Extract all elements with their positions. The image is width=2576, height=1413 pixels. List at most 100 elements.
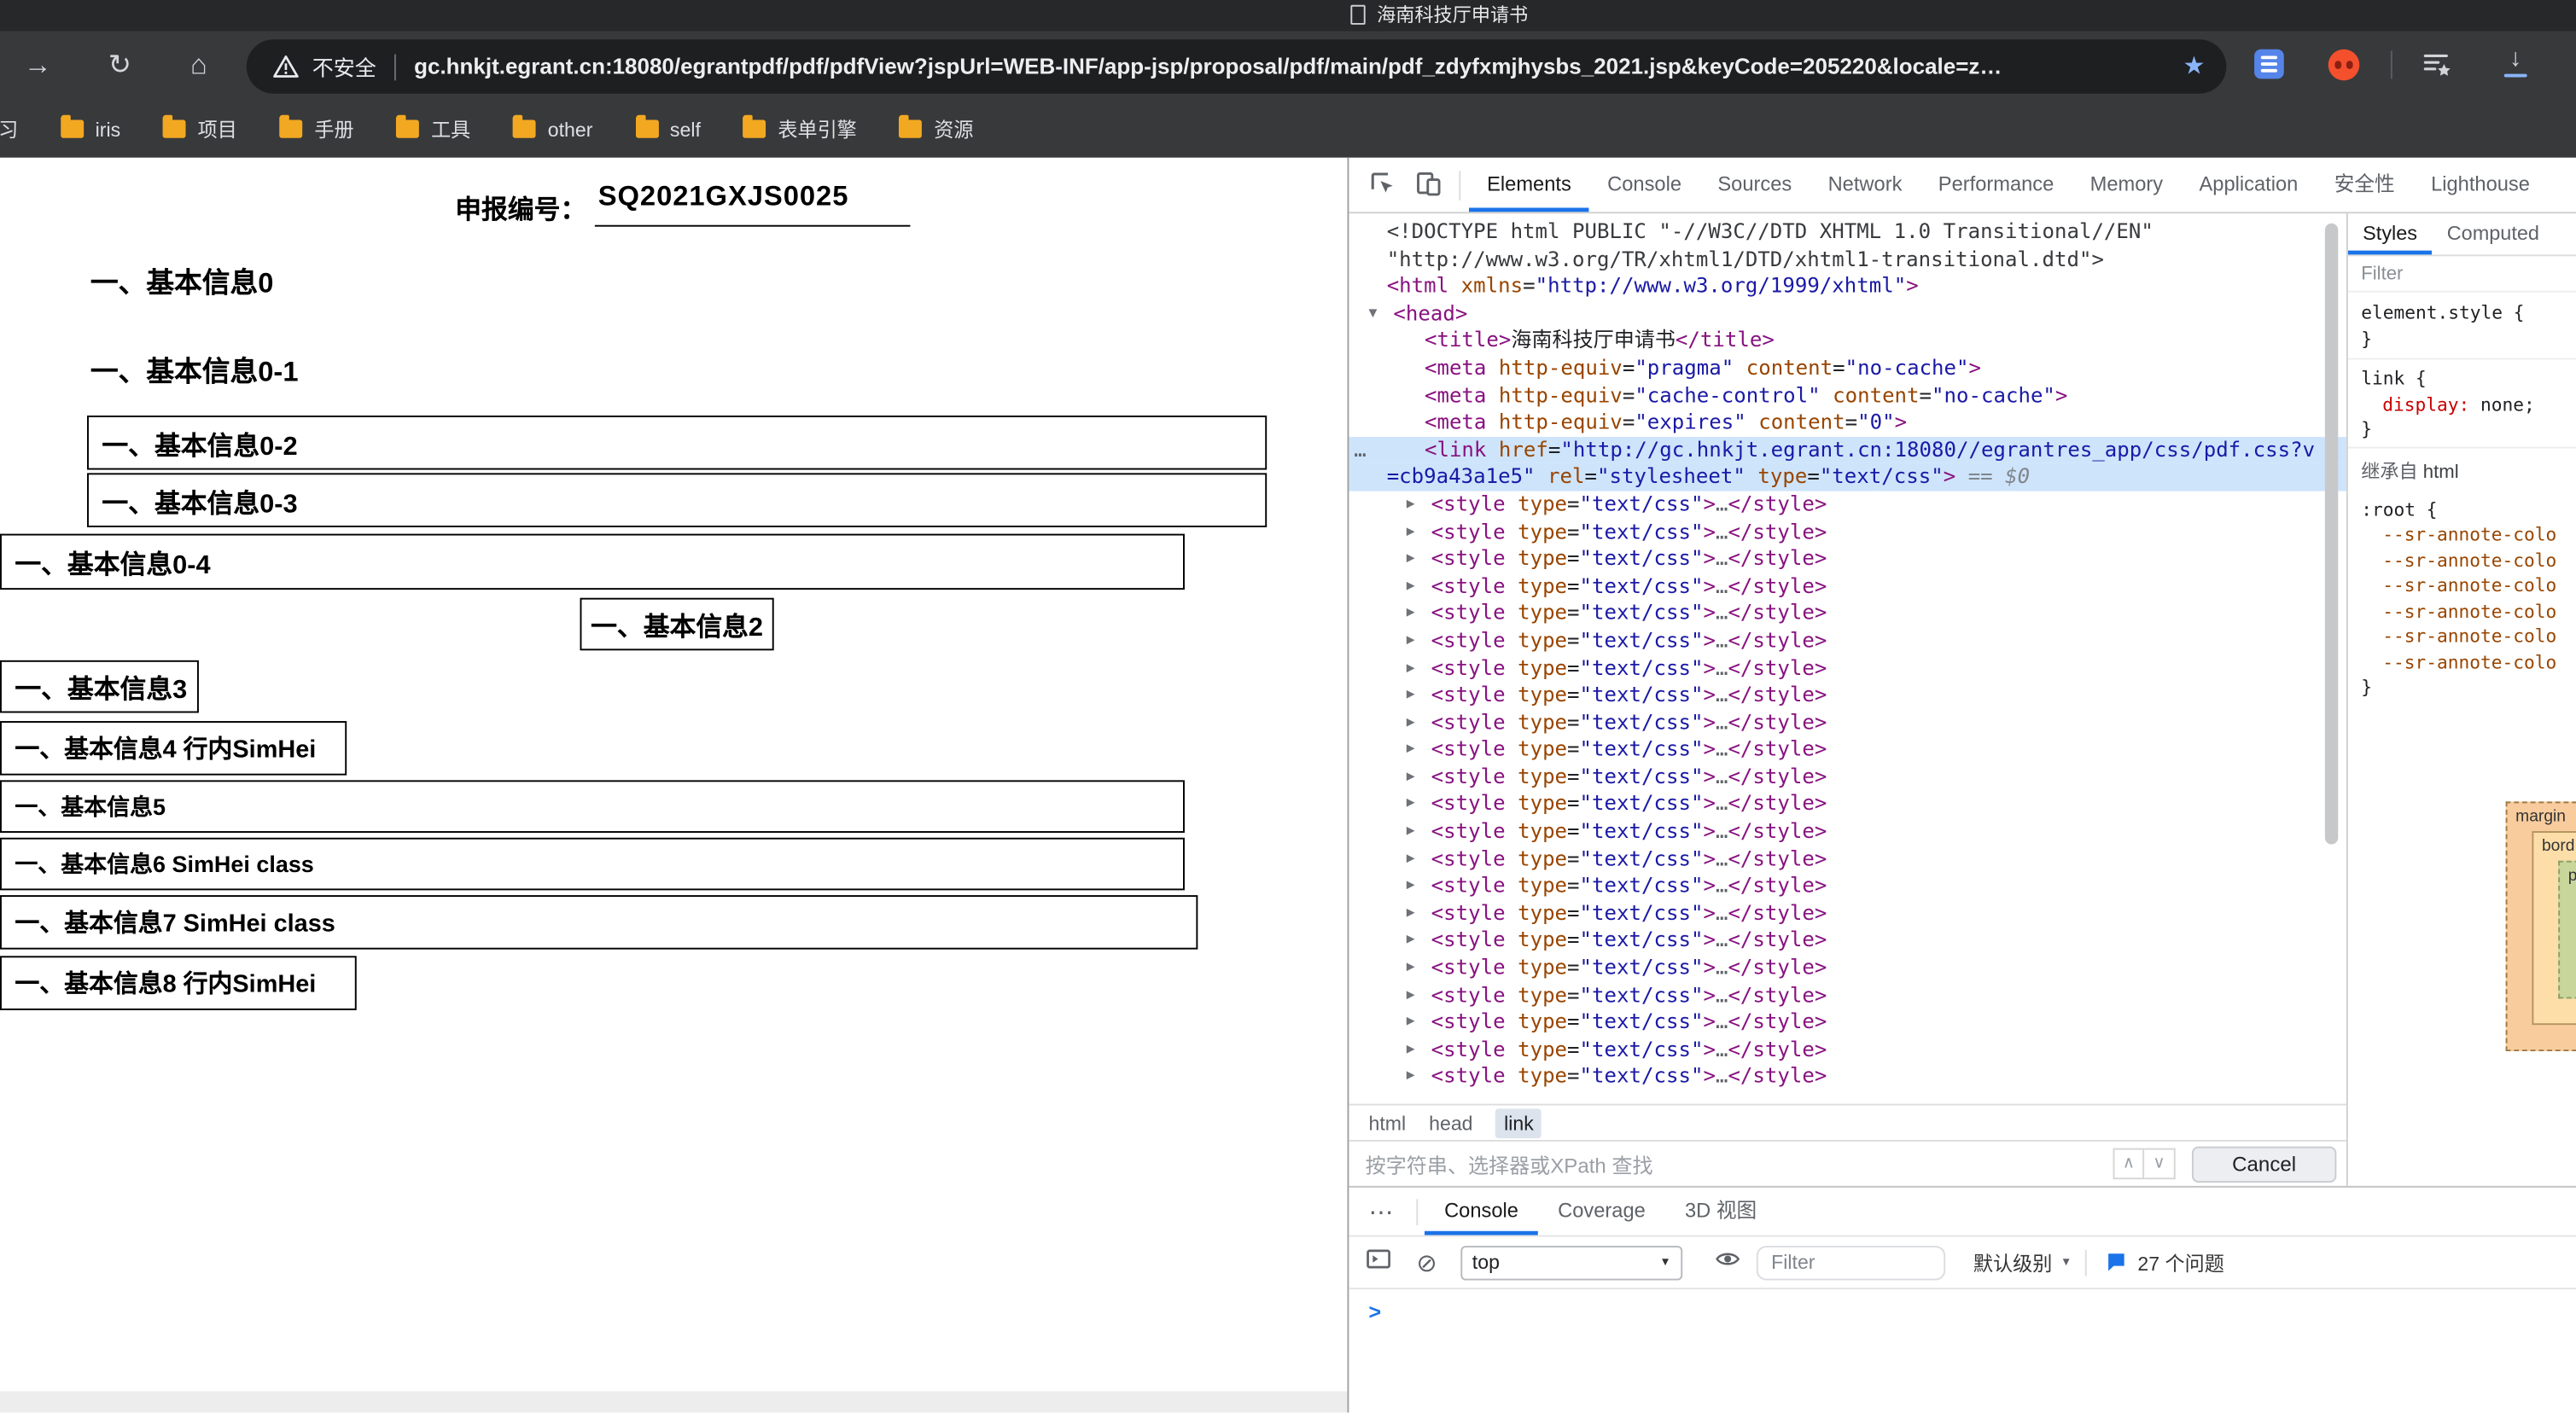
bookmark-item[interactable]: 习 [0, 115, 18, 143]
code-line[interactable]: ▶<style type="text/css">…</style> [1349, 573, 2346, 600]
home-button[interactable]: ⌂ [178, 44, 220, 87]
extension-icon-red[interactable] [2328, 49, 2360, 81]
bookmark-item[interactable]: self [635, 118, 700, 141]
search-next-icon[interactable]: ∨ [2144, 1148, 2176, 1180]
css-custom-property[interactable]: --sr-annote-colo [2382, 522, 2576, 548]
code-line[interactable]: ▶<style type="text/css">…</style> [1349, 981, 2346, 1009]
code-line[interactable]: ▶<style type="text/css">…</style> [1349, 1036, 2346, 1063]
devtools-tab[interactable]: Lighthouse [2413, 158, 2548, 212]
devtools-tab[interactable]: Network [1810, 158, 1920, 212]
css-custom-property[interactable]: --sr-annote-colo [2382, 548, 2576, 573]
log-level-dropdown[interactable]: 默认级别 ▼ [1973, 1248, 2072, 1276]
code-line[interactable]: ▶<style type="text/css">…</style> [1349, 491, 2346, 518]
code-line[interactable]: <meta http-equiv="expires" content="0"> [1349, 410, 2346, 437]
browser-toolbar: → ↻ ⌂ 不安全 gc.hnkjt.egrant.cn:18080/egran… [0, 32, 2576, 101]
security-label[interactable]: 不安全 [312, 51, 376, 83]
code-line[interactable]: <!DOCTYPE html PUBLIC "-//W3C//DTD XHTML… [1349, 218, 2346, 246]
code-line[interactable]: ▶<style type="text/css">…</style> [1349, 900, 2346, 927]
breadcrumb-item[interactable]: head [1429, 1111, 1472, 1134]
devtools-tab[interactable]: Console [1589, 158, 1699, 212]
bookmark-item[interactable]: iris [61, 118, 120, 141]
extension-icon-blue[interactable] [2254, 49, 2284, 79]
code-line[interactable]: "http://www.w3.org/TR/xhtml1/DTD/xhtml1-… [1349, 246, 2346, 273]
more-tools-icon[interactable]: ⋯ [1349, 1196, 1409, 1226]
forward-button[interactable]: → [16, 44, 59, 87]
devtools-tab[interactable]: 安全性 [2317, 158, 2413, 212]
code-line[interactable]: ▶<style type="text/css">…</style> [1349, 927, 2346, 955]
tab-computed[interactable]: Computed [2432, 213, 2554, 254]
code-line[interactable]: ▶<style type="text/css">…</style> [1349, 764, 2346, 791]
inherited-from-link[interactable]: html [2423, 462, 2459, 482]
devtools-tab[interactable]: Memory [2072, 158, 2181, 212]
address-bar[interactable]: 不安全 gc.hnkjt.egrant.cn:18080/egrantpdf/p… [247, 39, 2227, 94]
code-line[interactable]: ▶<style type="text/css">…</style> [1349, 1063, 2346, 1090]
rule-root-selector[interactable]: :root { [2361, 497, 2576, 522]
devtools-tab[interactable]: Application [2181, 158, 2316, 212]
browser-tab[interactable]: 海南科技厅申请书 [1350, 2, 1528, 28]
code-line[interactable]: <meta http-equiv="cache-control" content… [1349, 382, 2346, 410]
rule-element-style[interactable]: element.style { [2361, 300, 2576, 326]
code-line[interactable]: ▶<style type="text/css">…</style> [1349, 846, 2346, 873]
console-output[interactable]: > [1349, 1289, 2576, 1412]
console-prompt[interactable]: > [1369, 1300, 1382, 1324]
code-line[interactable]: ▶<style type="text/css">…</style> [1349, 818, 2346, 846]
console-filter-input[interactable]: Filter [1757, 1245, 1945, 1279]
code-line[interactable]: ▶<style type="text/css">…</style> [1349, 954, 2346, 981]
devtools-tab[interactable]: Performance [1920, 158, 2072, 212]
code-line[interactable]: ▼<head> [1349, 300, 2346, 328]
css-declaration[interactable]: display: none; [2361, 392, 2576, 417]
tab-styles[interactable]: Styles [2348, 213, 2433, 254]
breadcrumb-item[interactable]: link [1495, 1108, 1542, 1137]
code-line[interactable]: ▶<style type="text/css">…</style> [1349, 682, 2346, 709]
console-tab[interactable]: 3D 视图 [1665, 1188, 1776, 1236]
code-line[interactable]: =cb9a43a1e5" rel="stylesheet" type="text… [1349, 464, 2346, 491]
css-custom-property[interactable]: --sr-annote-colo [2382, 649, 2576, 675]
code-line[interactable]: <title>海南科技厅申请书</title> [1349, 328, 2346, 355]
bookmark-item[interactable]: 工具 [397, 115, 471, 143]
bookmark-item[interactable]: 项目 [163, 115, 237, 143]
css-custom-property[interactable]: --sr-annote-colo [2382, 625, 2576, 650]
code-line[interactable]: ▶<style type="text/css">…</style> [1349, 1009, 2346, 1036]
scrollbar-thumb[interactable] [2325, 224, 2338, 845]
search-input[interactable]: 按字符串、选择器或XPath 查找 [1366, 1148, 2097, 1180]
bookmark-item[interactable]: 表单引擎 [743, 115, 857, 143]
css-custom-property[interactable]: --sr-annote-colo [2382, 573, 2576, 599]
code-line[interactable]: <meta http-equiv="pragma" content="no-ca… [1349, 355, 2346, 382]
code-line[interactable]: ▶<style type="text/css">…</style> [1349, 545, 2346, 573]
download-icon[interactable]: ↓ [2501, 44, 2531, 74]
devtools-tab[interactable]: Sources [1699, 158, 1810, 212]
code-line[interactable]: ▶<style type="text/css">…</style> [1349, 791, 2346, 818]
code-line[interactable]: ▶<style type="text/css">…</style> [1349, 873, 2346, 900]
code-line[interactable]: ▶<style type="text/css">…</style> [1349, 627, 2346, 654]
code-line[interactable]: <html xmlns="http://www.w3.org/1999/xhtm… [1349, 273, 2346, 300]
code-line[interactable]: ▶<style type="text/css">…</style> [1349, 736, 2346, 764]
devtools-tab[interactable]: Elements [1469, 158, 1589, 212]
device-toolbar-icon[interactable] [1405, 165, 1451, 206]
url-text[interactable]: gc.hnkjt.egrant.cn:18080/egrantpdf/pdf/p… [414, 55, 2160, 79]
console-tab[interactable]: Coverage [1538, 1188, 1665, 1236]
cancel-button[interactable]: Cancel [2192, 1146, 2336, 1182]
code-line[interactable]: ▶<style type="text/css">…</style> [1349, 654, 2346, 682]
eye-icon[interactable] [1714, 1245, 1742, 1279]
search-prev-icon[interactable]: ∧ [2113, 1148, 2145, 1180]
bookmark-item[interactable]: 手册 [280, 115, 354, 143]
reading-list-icon[interactable] [2422, 49, 2451, 79]
code-line[interactable]: ▶<style type="text/css">…</style> [1349, 518, 2346, 545]
bookmark-item[interactable]: 资源 [900, 115, 974, 143]
inspect-element-icon[interactable] [1359, 165, 1405, 206]
clear-console-icon[interactable]: ⊘ [1416, 1247, 1437, 1277]
breadcrumb-item[interactable]: html [1369, 1111, 1407, 1134]
issues-badge[interactable]: 27 个问题 [2105, 1248, 2224, 1276]
console-tab[interactable]: Console [1425, 1188, 1538, 1236]
bookmark-star-icon[interactable]: ★ [2183, 51, 2205, 81]
code-line[interactable]: ▶<style type="text/css">…</style> [1349, 709, 2346, 736]
code-line[interactable]: ▶<style type="text/css">…</style> [1349, 600, 2346, 627]
context-selector[interactable]: top ▼ [1460, 1245, 1682, 1279]
code-line[interactable]: …<link href="http://gc.hnkjt.egrant.cn:1… [1349, 437, 2346, 464]
rule-link-selector[interactable]: link { [2361, 366, 2576, 392]
bookmark-item[interactable]: other [513, 118, 592, 141]
reload-button[interactable]: ↻ [99, 44, 142, 87]
styles-filter-input[interactable]: Filter [2348, 256, 2576, 292]
css-custom-property[interactable]: --sr-annote-colo [2382, 599, 2576, 625]
console-sidebar-icon[interactable] [1366, 1245, 1392, 1279]
